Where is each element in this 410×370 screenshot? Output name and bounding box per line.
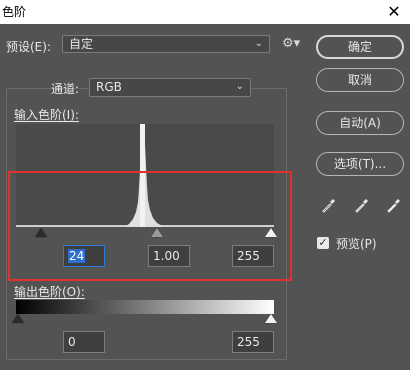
- close-icon[interactable]: ✕: [384, 3, 404, 21]
- auto-button[interactable]: 自动(A): [316, 111, 404, 135]
- output-black-value: 0: [68, 335, 76, 349]
- options-button[interactable]: 选项(T)...: [316, 152, 404, 176]
- preset-label: 预设(E):: [6, 40, 51, 54]
- output-white-value: 255: [237, 335, 260, 349]
- ok-button[interactable]: 确定: [316, 35, 404, 59]
- preview-label: 预览(P): [336, 237, 377, 251]
- white-eyedropper-icon[interactable]: [385, 196, 403, 214]
- channel-select-value: RGB: [96, 80, 122, 94]
- gray-eyedropper-icon[interactable]: [353, 196, 371, 214]
- output-white-field[interactable]: 255: [232, 331, 274, 353]
- highlight-rectangle: [8, 171, 292, 281]
- chevron-down-icon: ⌄: [235, 81, 244, 92]
- channel-select[interactable]: RGB ⌄: [89, 78, 251, 97]
- output-white-slider[interactable]: [265, 314, 277, 323]
- preview-checkbox[interactable]: ✓: [317, 237, 329, 249]
- output-levels-label: 输出色阶(O):: [14, 285, 85, 299]
- window-title: 色阶: [2, 5, 27, 19]
- output-black-field[interactable]: 0: [63, 331, 105, 353]
- preset-select[interactable]: 自定 ⌄: [62, 35, 270, 53]
- input-levels-label: 输入色阶(I):: [14, 108, 79, 122]
- channel-label: 通道:: [51, 82, 80, 96]
- output-gradient-bar: [16, 300, 274, 314]
- output-black-slider[interactable]: [12, 314, 24, 323]
- cancel-button[interactable]: 取消: [316, 68, 404, 92]
- gear-icon[interactable]: ⚙▾: [282, 36, 300, 51]
- chevron-down-icon: ⌄: [254, 38, 263, 49]
- title-bar: 色阶 ✕: [0, 0, 410, 24]
- black-eyedropper-icon[interactable]: [320, 196, 338, 214]
- preset-select-value: 自定: [69, 37, 94, 51]
